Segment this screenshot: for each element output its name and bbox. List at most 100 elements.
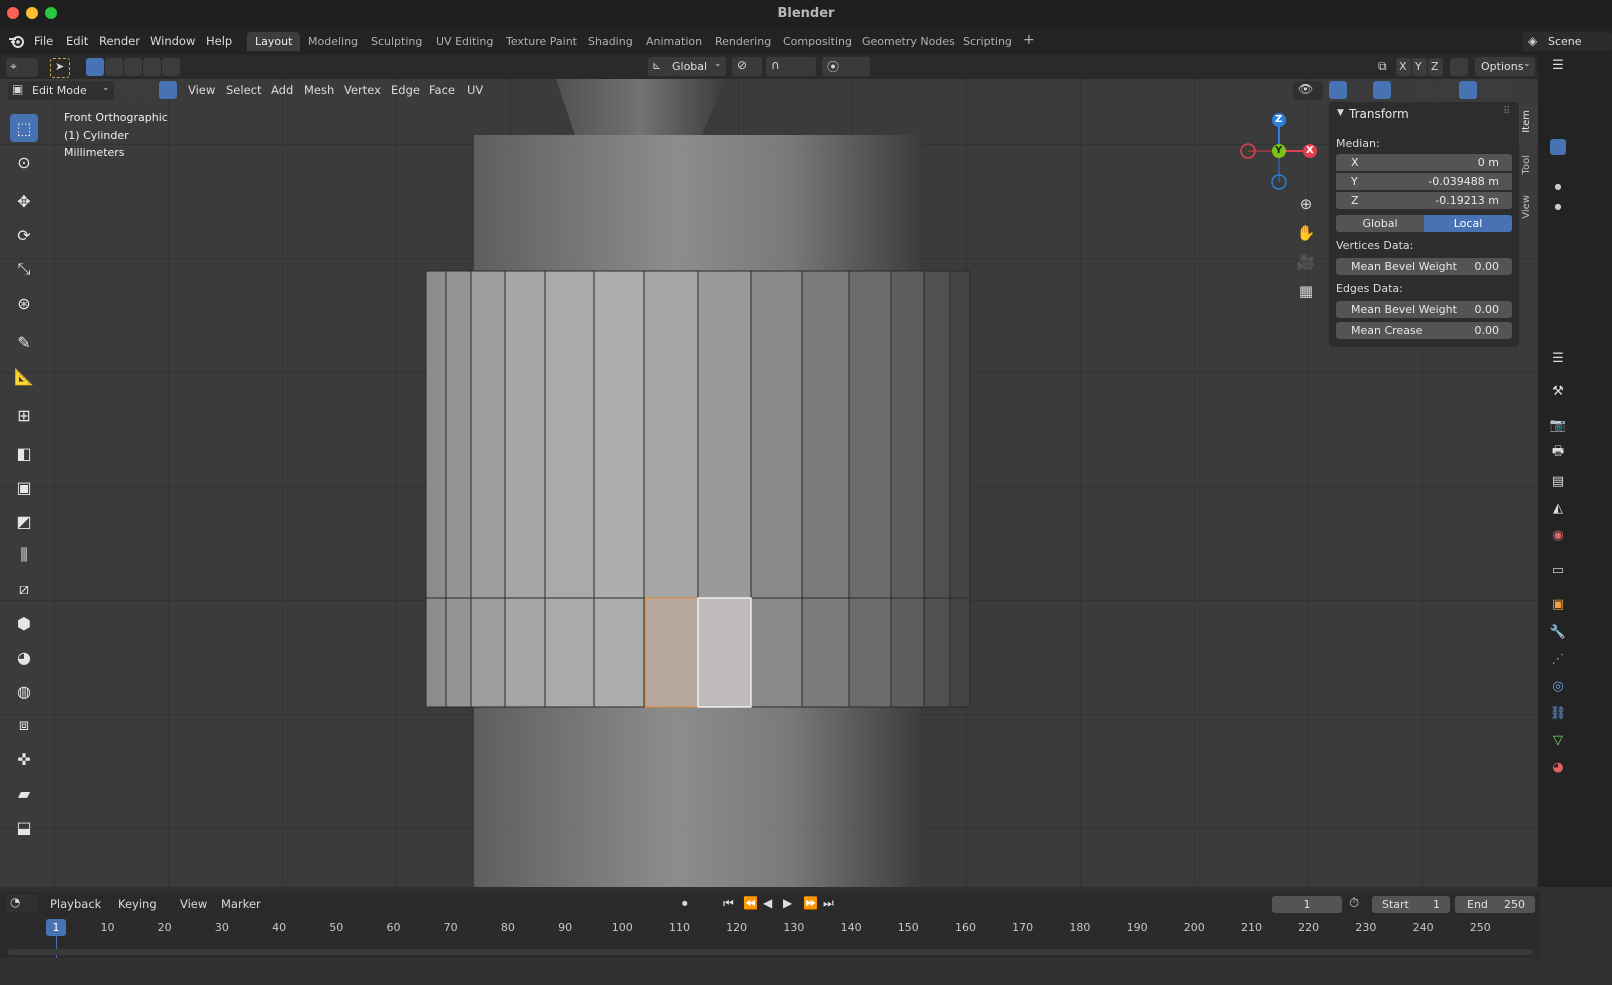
menu-face[interactable]: Face [429, 83, 455, 97]
menu-uv[interactable]: UV [467, 83, 483, 97]
outliner-filter-icon[interactable] [1550, 139, 1566, 155]
add-workspace-button[interactable]: + [1015, 31, 1043, 50]
measure-icon[interactable]: 📐 [10, 362, 38, 390]
rotate-icon[interactable]: ⟳ [10, 221, 38, 249]
collection-properties-icon[interactable]: ▭ [1550, 562, 1566, 578]
menu-edit[interactable]: Edit [66, 34, 88, 48]
view-layer-properties-icon[interactable]: ▤ [1550, 473, 1566, 489]
outliner-icon[interactable]: ☰ [1550, 57, 1566, 73]
jump-end-icon[interactable]: ⏭ [823, 896, 834, 911]
cursor-icon[interactable]: ⊙ [10, 148, 38, 176]
tab-sculpting[interactable]: Sculpting [363, 32, 430, 51]
rip-region-icon[interactable]: ⬓ [10, 813, 38, 841]
xray-toggle-icon[interactable] [1417, 81, 1435, 99]
menu-file[interactable]: File [34, 34, 53, 48]
render-properties-icon[interactable]: 📷 [1550, 417, 1566, 433]
collapse-arrow-icon[interactable]: ▼ [1337, 108, 1344, 118]
move-icon[interactable]: ✥ [10, 187, 38, 215]
select-box-icon[interactable]: ⬚ [10, 114, 38, 142]
mode-dropdown[interactable]: ▣ Edit Mode ⌄ [8, 81, 114, 100]
menu-mesh[interactable]: Mesh [304, 83, 334, 97]
wireframe-shading-icon[interactable] [1441, 81, 1459, 99]
shear-icon[interactable]: ▰ [10, 779, 38, 807]
select-mode-subtract-icon[interactable] [124, 58, 142, 76]
smooth-icon[interactable]: ◍ [10, 677, 38, 705]
transform-section-title[interactable]: Transform [1349, 107, 1409, 121]
transform-orientation-dropdown[interactable]: ⊾ Global ⌄ [648, 57, 726, 76]
timeline-scrollbar[interactable] [8, 949, 1533, 955]
object-properties-icon[interactable]: ▣ [1550, 596, 1566, 612]
local-toggle[interactable]: Local [1424, 215, 1512, 232]
vertex-mean-bevel-weight-field[interactable]: Mean Bevel Weight 0.00 [1336, 258, 1512, 275]
edge-select-mode-icon[interactable] [140, 81, 158, 99]
snapping-dropdown[interactable]: ∩ [766, 57, 816, 76]
tool-properties-icon[interactable]: ⚒ [1550, 383, 1566, 399]
prev-keyframe-icon[interactable]: ⏪ [743, 896, 758, 910]
vertex-select-mode-icon[interactable] [121, 81, 139, 99]
timeline-ruler[interactable]: 1 10 20 30 40 50 60 70 80 90 100 110 120 130 140 150 160… [0, 916, 1540, 958]
menu-marker[interactable]: Marker [221, 897, 261, 911]
zoom-icon[interactable]: ⊕ [1296, 195, 1316, 215]
face-select-mode-icon[interactable] [159, 81, 177, 99]
particles-properties-icon[interactable]: ⋰ [1550, 651, 1566, 667]
select-mode-new-icon[interactable] [86, 58, 104, 76]
menu-add[interactable]: Add [271, 83, 293, 97]
ortho-grid-icon[interactable]: ▦ [1296, 282, 1316, 302]
menu-view[interactable]: View [188, 83, 215, 97]
select-mode-invert-icon[interactable] [143, 58, 161, 76]
proportional-editing-dropdown[interactable]: ⦿ [822, 57, 870, 76]
menu-playback[interactable]: Playback [50, 897, 101, 911]
editor-type-selector[interactable]: ⌖ [6, 58, 38, 77]
material-properties-icon[interactable]: ◕ [1550, 759, 1566, 775]
menu-vertex[interactable]: Vertex [344, 83, 381, 97]
edge-mean-crease-field[interactable]: Mean Crease 0.00 [1336, 322, 1512, 339]
blender-logo-icon[interactable] [8, 33, 26, 49]
edge-mean-bevel-weight-field[interactable]: Mean Bevel Weight 0.00 [1336, 301, 1512, 318]
modifier-properties-icon[interactable]: 🔧 [1550, 624, 1566, 640]
tab-view[interactable]: View [1521, 195, 1537, 219]
tab-texture-paint[interactable]: Texture Paint [498, 32, 585, 51]
rendered-shading-icon[interactable] [1495, 81, 1513, 99]
tab-rendering[interactable]: Rendering [707, 32, 779, 51]
tab-modeling[interactable]: Modeling [300, 32, 366, 51]
solid-shading-icon[interactable] [1459, 81, 1477, 99]
topology-mirror-icon[interactable] [1450, 58, 1468, 76]
drag-handle-icon[interactable]: ⠿ [1503, 106, 1510, 117]
current-frame-field[interactable]: 1 [1272, 896, 1342, 913]
timeline-editor-type[interactable]: ◔ [6, 894, 38, 913]
stopwatch-icon[interactable]: ⏱ [1349, 896, 1359, 911]
tab-animation[interactable]: Animation [638, 32, 710, 51]
jump-start-icon[interactable]: ⏮ [723, 896, 734, 911]
3d-viewport[interactable]: Front Orthographic (1) Cylinder Millimet… [0, 79, 1538, 887]
edge-slide-icon[interactable]: ⧈ [10, 711, 38, 739]
tab-scripting[interactable]: Scripting [955, 32, 1020, 51]
tab-geometry-nodes[interactable]: Geometry Nodes [854, 32, 963, 51]
physics-properties-icon[interactable]: ◎ [1550, 678, 1566, 694]
menu-select[interactable]: Select [226, 83, 261, 97]
knife-icon[interactable]: ⧄ [10, 575, 38, 603]
select-box-tool-icon[interactable]: ➤ [50, 58, 70, 78]
overlay-toggle-icon[interactable] [1373, 81, 1391, 99]
transform-icon[interactable]: ⊛ [10, 289, 38, 317]
end-frame-field[interactable]: End 250 [1455, 896, 1535, 913]
mirror-x-toggle[interactable]: X [1396, 58, 1411, 76]
menu-help[interactable]: Help [206, 34, 232, 48]
poly-build-icon[interactable]: ⬢ [10, 609, 38, 637]
menu-window[interactable]: Window [150, 34, 195, 48]
extrude-region-icon[interactable]: ◧ [10, 439, 38, 467]
material-shading-icon[interactable] [1477, 81, 1495, 99]
tab-tool[interactable]: Tool [1521, 155, 1537, 174]
scale-icon[interactable]: ⤡ [10, 255, 38, 283]
tab-shading[interactable]: Shading [580, 32, 641, 51]
scene-selector[interactable]: ◈ Scene [1522, 32, 1612, 51]
properties-editor-icon[interactable]: ☰ [1550, 350, 1566, 366]
menu-timeline-view[interactable]: View [180, 897, 207, 911]
global-toggle[interactable]: Global [1336, 215, 1424, 232]
median-z-field[interactable]: Z -0.19213 m [1336, 192, 1512, 209]
tab-uv-editing[interactable]: UV Editing [428, 32, 501, 51]
select-mode-extend-icon[interactable] [105, 58, 123, 76]
tab-layout[interactable]: Layout [247, 32, 301, 51]
camera-view-icon[interactable]: 🎥 [1296, 253, 1316, 273]
menu-edge[interactable]: Edge [391, 83, 420, 97]
visibility-dropdown[interactable]: 👁 [1293, 81, 1323, 100]
